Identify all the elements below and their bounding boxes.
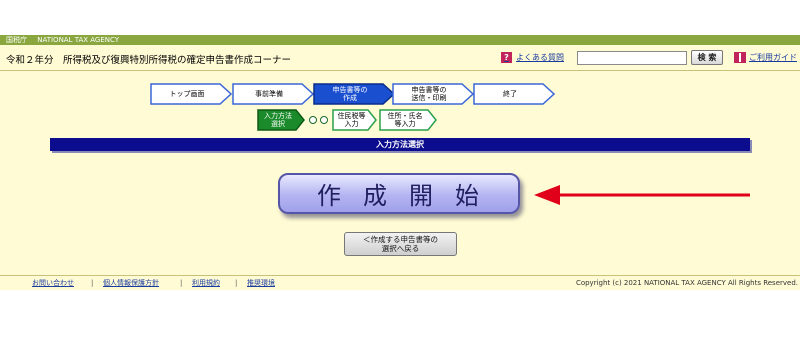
red-arrow-left-icon — [534, 185, 750, 205]
footer-link-privacy[interactable]: 個人情報保護方針 — [103, 276, 159, 290]
substep-2: 住民税等 入力 — [332, 109, 377, 131]
substep-label: 住所・氏名 等入力 — [387, 112, 423, 128]
step-5: 終了 — [473, 83, 555, 105]
copyright: Copyright (c) 2021 NATIONAL TAX AGENCY A… — [575, 279, 798, 287]
step-label: トップ画面 — [169, 90, 205, 98]
footer-separator: | — [91, 279, 94, 287]
section-title: 入力方法選択 — [50, 138, 750, 151]
substep-1: 入力方法 選択 — [257, 109, 305, 131]
footer-separator: | — [180, 279, 183, 287]
start-creation-button[interactable]: 作成開始 — [278, 173, 520, 214]
header-divider — [0, 70, 800, 71]
step-3: 申告書等の 作成 — [313, 83, 395, 105]
page-title: 令和２年分 所得税及び復興特別所得税の確定申告書作成コーナー — [6, 55, 292, 66]
question-mark-icon: ? — [501, 52, 512, 63]
guide-label: ご利用ガイド — [749, 53, 797, 62]
step-1: トップ画面 — [150, 83, 232, 105]
back-button-label: ＜作成する申告書等の 選択へ戻る — [363, 235, 438, 253]
step-label: 事前準備 — [255, 90, 283, 98]
search-button[interactable]: 検 索 — [691, 50, 723, 65]
faq-label: よくある質問 — [516, 53, 564, 62]
substep-3: 住所・氏名 等入力 — [379, 109, 437, 131]
footer-link-terms[interactable]: 利用規約 — [192, 276, 220, 290]
agency-name-jp: 国税庁 — [6, 36, 27, 44]
header: 令和２年分 所得税及び復興特別所得税の確定申告書作成コーナー ? よくある質問 … — [0, 45, 800, 71]
back-button[interactable]: ＜作成する申告書等の 選択へ戻る — [344, 232, 457, 256]
substep-label: 入力方法 選択 — [264, 112, 292, 128]
substep-label: 住民税等 入力 — [337, 112, 366, 128]
agency-name-en: NATIONAL TAX AGENCY — [37, 36, 120, 44]
progress-dot — [309, 116, 317, 124]
step-2: 事前準備 — [232, 83, 314, 105]
footer-link-contact[interactable]: お問い合わせ — [32, 276, 74, 290]
step-label: 終了 — [503, 90, 517, 98]
guide-link[interactable]: ご利用ガイド — [734, 52, 797, 63]
search-input[interactable] — [577, 51, 687, 65]
main-frame: 令和２年分 所得税及び復興特別所得税の確定申告書作成コーナー ? よくある質問 … — [0, 45, 800, 290]
footer: お問い合わせ | 個人情報保護方針 | 利用規約 | 推奨環境 Copyrigh… — [0, 275, 800, 290]
step-4: 申告書等の 送信・印刷 — [392, 83, 474, 105]
footer-link-environment[interactable]: 推奨環境 — [247, 276, 275, 290]
step-label: 申告書等の 作成 — [332, 86, 368, 102]
faq-link[interactable]: ? よくある質問 — [501, 52, 564, 63]
progress-dot — [320, 116, 328, 124]
footer-separator: | — [235, 279, 238, 287]
book-icon — [734, 52, 746, 63]
agency-bar: 国税庁 NATIONAL TAX AGENCY — [0, 35, 800, 45]
step-label: 申告書等の 送信・印刷 — [411, 86, 447, 102]
